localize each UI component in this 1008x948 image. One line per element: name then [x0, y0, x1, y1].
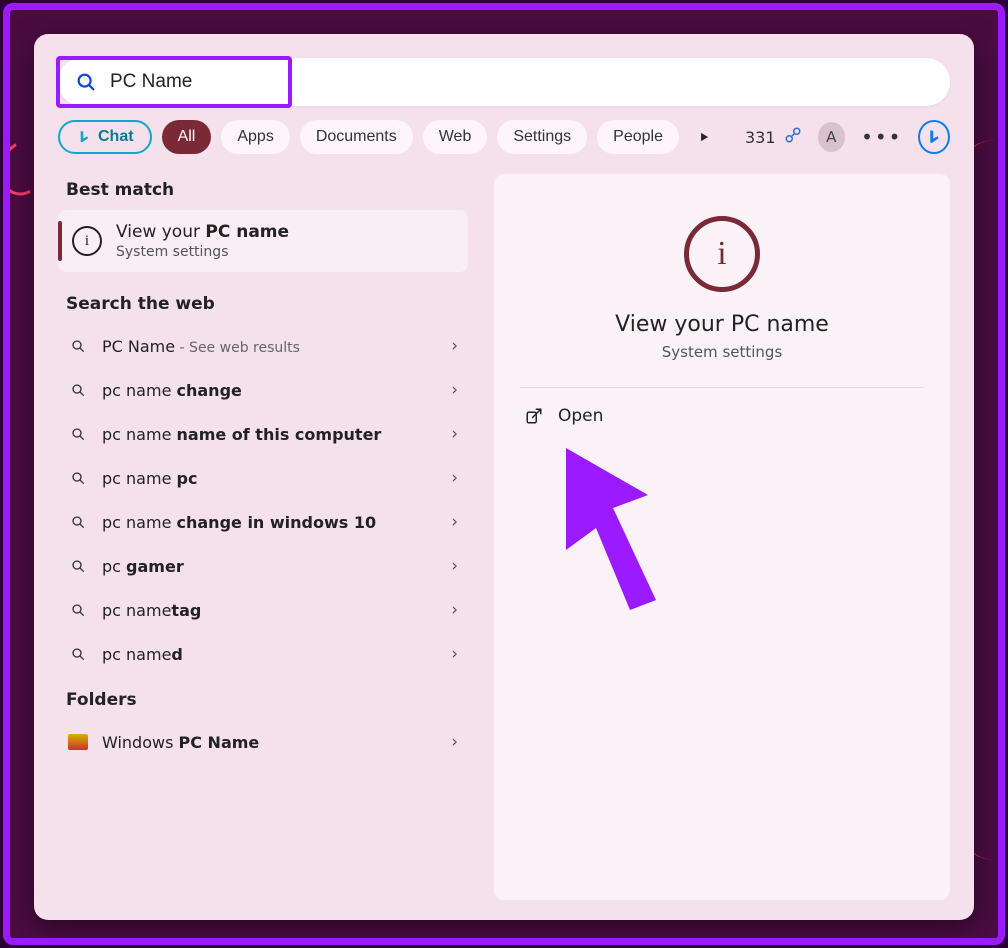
web-result-text: pc named	[102, 645, 437, 664]
web-result[interactable]: pc name pc ›	[58, 456, 468, 500]
best-match-heading: Best match	[66, 180, 468, 200]
search-icon	[68, 602, 88, 618]
divider	[520, 387, 924, 388]
search-panel: Chat All Apps Documents Web Settings Peo…	[34, 34, 974, 920]
search-bar[interactable]	[58, 58, 950, 106]
search-icon	[68, 558, 88, 574]
web-result-text: pc name name of this computer	[102, 425, 437, 444]
folder-result[interactable]: Windows PC Name ›	[58, 720, 468, 764]
settings-filter[interactable]: Settings	[497, 120, 587, 154]
chevron-right-icon: ›	[451, 556, 458, 576]
search-icon	[68, 382, 88, 398]
best-match-title: View your PC name	[116, 222, 289, 242]
search-icon	[68, 646, 88, 662]
chevron-right-icon: ›	[451, 732, 458, 752]
chevron-right-icon: ›	[451, 424, 458, 444]
filter-row: Chat All Apps Documents Web Settings Peo…	[58, 120, 950, 154]
more-filters-arrow[interactable]	[689, 120, 719, 154]
apps-filter[interactable]: Apps	[221, 120, 289, 154]
best-match-subtitle: System settings	[116, 244, 289, 260]
web-result-text: PC Name - See web results	[102, 337, 437, 356]
preview-title: View your PC name	[520, 312, 924, 337]
web-result-text: pc nametag	[102, 601, 437, 620]
preview-panel: i View your PC name System settings Open	[494, 174, 950, 900]
folder-result-text: Windows PC Name	[102, 733, 437, 752]
info-icon: i	[72, 226, 102, 256]
results-column: Best match i View your PC name System se…	[58, 174, 468, 900]
search-icon	[68, 338, 88, 354]
rewards-points[interactable]: 331	[739, 126, 808, 148]
search-input[interactable]	[108, 70, 928, 94]
search-icon	[68, 426, 88, 442]
web-result[interactable]: pc named ›	[58, 632, 468, 676]
more-menu[interactable]: •••	[855, 125, 908, 149]
web-result-text: pc name pc	[102, 469, 437, 488]
web-result[interactable]: pc name change ›	[58, 368, 468, 412]
bing-chat-button[interactable]	[918, 120, 950, 154]
search-icon	[74, 70, 98, 94]
chevron-right-icon: ›	[451, 468, 458, 488]
web-result-text: pc name change	[102, 381, 437, 400]
avatar-initial: A	[826, 128, 836, 146]
chat-label: Chat	[98, 128, 134, 146]
best-match-result[interactable]: i View your PC name System settings	[58, 210, 468, 272]
folder-icon	[68, 734, 88, 750]
search-web-heading: Search the web	[66, 294, 468, 314]
points-value: 331	[745, 128, 776, 147]
chat-filter[interactable]: Chat	[58, 120, 152, 154]
chevron-right-icon: ›	[451, 512, 458, 532]
web-result[interactable]: pc nametag ›	[58, 588, 468, 632]
rewards-icon	[784, 126, 802, 148]
web-result-text: pc gamer	[102, 557, 437, 576]
web-filter[interactable]: Web	[423, 120, 488, 154]
web-result[interactable]: PC Name - See web results ›	[58, 324, 468, 368]
web-result[interactable]: pc name change in windows 10 ›	[58, 500, 468, 544]
documents-filter[interactable]: Documents	[300, 120, 413, 154]
chevron-right-icon: ›	[451, 336, 458, 356]
chevron-right-icon: ›	[451, 380, 458, 400]
search-icon	[68, 514, 88, 530]
people-filter[interactable]: People	[597, 120, 679, 154]
open-label: Open	[558, 406, 603, 426]
web-result-text: pc name change in windows 10	[102, 513, 437, 532]
search-icon	[68, 470, 88, 486]
web-result[interactable]: pc name name of this computer ›	[58, 412, 468, 456]
folders-heading: Folders	[66, 690, 468, 710]
avatar[interactable]: A	[818, 122, 846, 152]
open-action[interactable]: Open	[520, 394, 924, 438]
open-icon	[524, 407, 544, 425]
bing-icon	[76, 129, 92, 145]
web-result[interactable]: pc gamer ›	[58, 544, 468, 588]
preview-info-icon: i	[684, 216, 760, 292]
chevron-right-icon: ›	[451, 644, 458, 664]
all-filter[interactable]: All	[162, 120, 212, 154]
preview-subtitle: System settings	[520, 343, 924, 361]
chevron-right-icon: ›	[451, 600, 458, 620]
